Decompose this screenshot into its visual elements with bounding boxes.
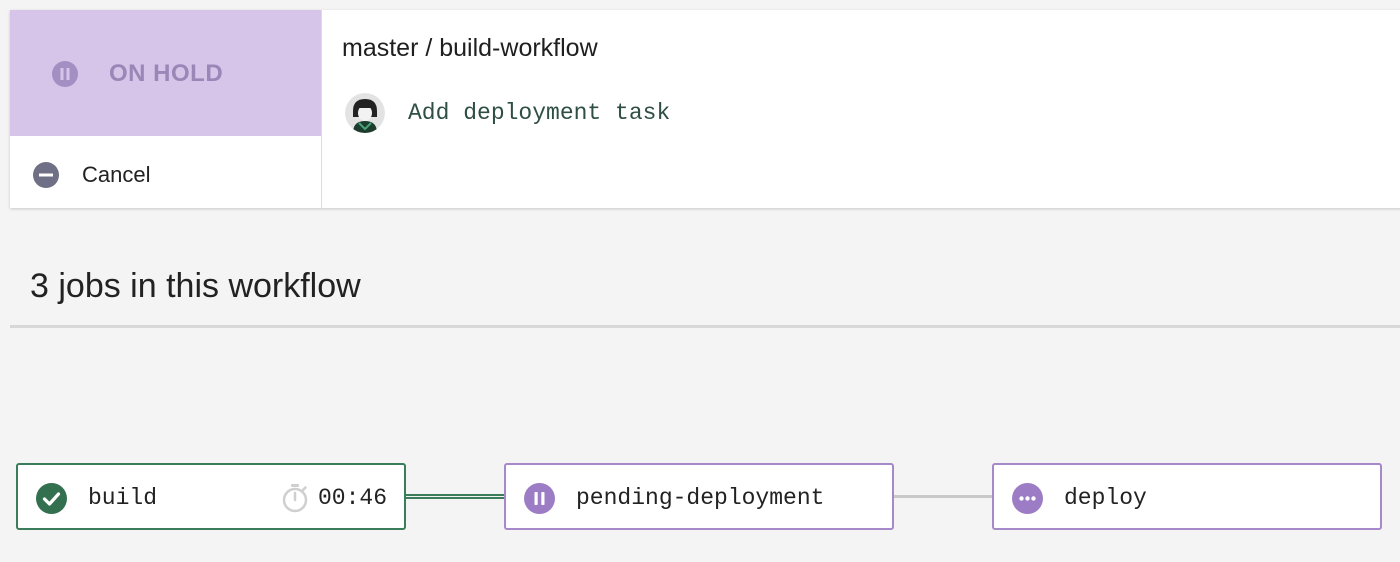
status-panel: ON HOLD Cancel bbox=[10, 10, 322, 208]
user-avatar-icon bbox=[345, 93, 385, 133]
avatar bbox=[345, 93, 385, 133]
job-name: deploy bbox=[1064, 485, 1147, 511]
job-connector-pending-to-deploy bbox=[894, 495, 992, 498]
workflow-title[interactable]: master / build-workflow bbox=[342, 32, 598, 64]
jobs-section-title: 3 jobs in this workflow bbox=[30, 267, 361, 305]
more-circle-icon bbox=[1012, 483, 1043, 514]
cancel-label: Cancel bbox=[82, 162, 151, 187]
workflow-header-card: ON HOLD Cancel master / build-workflow A… bbox=[10, 10, 1400, 208]
status-badge: ON HOLD bbox=[10, 10, 321, 136]
check-circle-icon bbox=[36, 483, 67, 514]
job-build[interactable]: build 00:46 bbox=[16, 463, 406, 530]
cancel-button[interactable]: Cancel bbox=[10, 136, 321, 208]
pause-circle-icon bbox=[524, 483, 555, 514]
status-label: ON HOLD bbox=[109, 60, 224, 87]
job-deploy[interactable]: deploy bbox=[992, 463, 1382, 530]
job-name: pending-deployment bbox=[576, 485, 825, 511]
stopwatch-icon bbox=[282, 484, 308, 513]
minus-circle-icon bbox=[33, 162, 59, 188]
job-duration: 00:46 bbox=[318, 485, 388, 511]
commit-message[interactable]: Add deployment task bbox=[408, 98, 670, 128]
job-pending-deployment[interactable]: pending-deployment bbox=[504, 463, 894, 530]
job-name: build bbox=[88, 485, 158, 511]
section-divider bbox=[10, 325, 1400, 328]
job-connector-build-to-pending bbox=[406, 494, 504, 499]
pause-circle-icon bbox=[52, 61, 78, 87]
